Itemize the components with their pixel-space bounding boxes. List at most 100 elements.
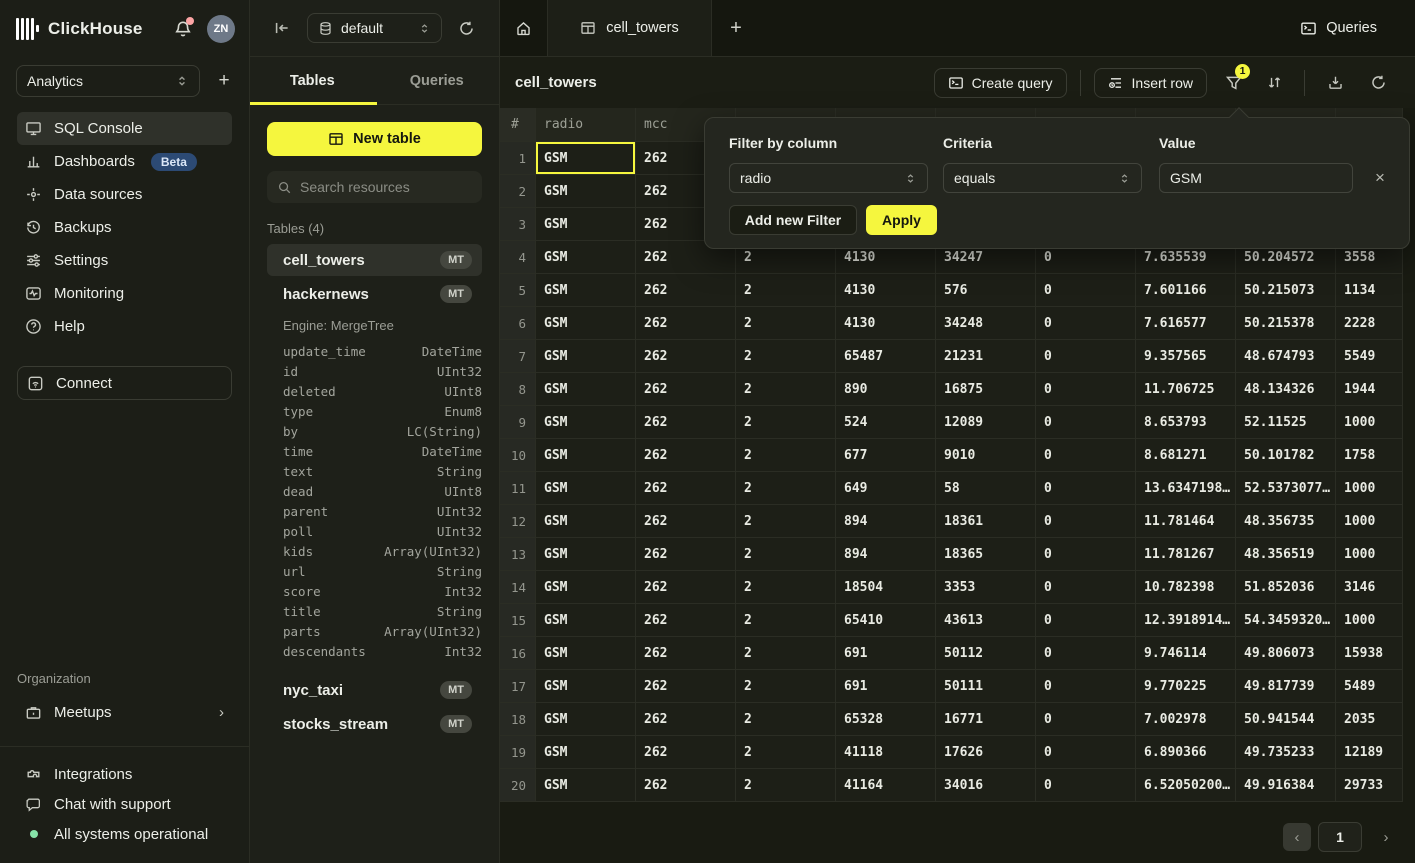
grid-cell[interactable]: 262 (636, 505, 736, 538)
grid-cell[interactable]: 262 (636, 472, 736, 505)
collapse-panel-icon[interactable] (273, 19, 291, 37)
grid-cell[interactable]: 58 (936, 472, 1036, 505)
grid-cell[interactable]: 1000 (1336, 604, 1403, 637)
grid-cell[interactable]: 2228 (1336, 307, 1403, 340)
grid-cell[interactable]: GSM (536, 307, 636, 340)
refresh-data-button[interactable] (1361, 68, 1395, 98)
grid-cell[interactable]: GSM (536, 670, 636, 703)
grid-cell[interactable]: GSM (536, 274, 636, 307)
grid-cell[interactable]: 890 (836, 373, 936, 406)
grid-cell[interactable]: 1758 (1336, 439, 1403, 472)
grid-cell[interactable]: 34016 (936, 769, 1036, 802)
new-tab-button[interactable]: + (712, 0, 760, 56)
grid-cell[interactable]: GSM (536, 373, 636, 406)
filter-criteria-select[interactable]: equals (943, 163, 1142, 193)
grid-cell[interactable]: 48.134326 (1236, 373, 1336, 406)
grid-cell[interactable]: 65487 (836, 340, 936, 373)
grid-cell[interactable]: 29733 (1336, 769, 1403, 802)
grid-cell[interactable]: 1000 (1336, 472, 1403, 505)
grid-cell[interactable]: 50.215073 (1236, 274, 1336, 307)
grid-cell[interactable]: 2 (736, 439, 836, 472)
grid-cell[interactable]: 16771 (936, 703, 1036, 736)
database-selector[interactable]: default (307, 13, 442, 43)
sidebar-item-chat-support[interactable]: Chat with support (17, 789, 232, 819)
grid-cell[interactable]: 576 (936, 274, 1036, 307)
grid-cell[interactable]: 894 (836, 505, 936, 538)
grid-cell[interactable]: 49.916384 (1236, 769, 1336, 802)
grid-cell[interactable]: 0 (1036, 472, 1136, 505)
grid-cell[interactable]: 1000 (1336, 406, 1403, 439)
grid-cell[interactable]: 51.852036 (1236, 571, 1336, 604)
grid-cell[interactable]: 2 (736, 274, 836, 307)
grid-cell[interactable]: 2 (736, 736, 836, 769)
grid-cell[interactable]: 11.781267 (1136, 538, 1236, 571)
sort-button[interactable] (1257, 68, 1291, 98)
grid-cell[interactable]: 0 (1036, 538, 1136, 571)
grid-cell[interactable]: 262 (636, 736, 736, 769)
refresh-tables-icon[interactable] (458, 20, 475, 37)
grid-cell[interactable]: 691 (836, 637, 936, 670)
grid-cell[interactable]: 262 (636, 538, 736, 571)
grid-cell[interactable]: 0 (1036, 373, 1136, 406)
workspace-selector[interactable]: Analytics (16, 65, 200, 97)
grid-cell[interactable]: 7.616577 (1136, 307, 1236, 340)
grid-cell[interactable]: 894 (836, 538, 936, 571)
grid-cell[interactable]: 48.674793 (1236, 340, 1336, 373)
grid-cell[interactable]: 262 (636, 637, 736, 670)
grid-cell[interactable]: 2 (736, 538, 836, 571)
grid-cell[interactable]: 1000 (1336, 505, 1403, 538)
grid-cell[interactable]: 0 (1036, 439, 1136, 472)
add-filter-button[interactable]: Add new Filter (729, 205, 857, 235)
next-page-button[interactable]: › (1372, 823, 1400, 851)
grid-cell[interactable]: 2 (736, 307, 836, 340)
grid-cell[interactable]: 3353 (936, 571, 1036, 604)
grid-cell[interactable]: 54.3459320… (1236, 604, 1336, 637)
grid-cell[interactable]: 0 (1036, 307, 1136, 340)
grid-cell[interactable]: GSM (536, 472, 636, 505)
grid-cell[interactable]: 12.3918914… (1136, 604, 1236, 637)
sidebar-item-monitoring[interactable]: Monitoring (17, 277, 232, 310)
sidebar-item-dashboards[interactable]: Dashboards Beta (17, 145, 232, 178)
grid-cell[interactable]: 49.817739 (1236, 670, 1336, 703)
grid-cell[interactable]: 2 (736, 637, 836, 670)
tab-tables[interactable]: Tables (250, 57, 375, 104)
grid-cell[interactable]: 0 (1036, 637, 1136, 670)
grid-header-radio[interactable]: radio (536, 108, 636, 142)
grid-cell[interactable]: 0 (1036, 736, 1136, 769)
grid-cell[interactable]: 18504 (836, 571, 936, 604)
grid-cell[interactable]: 677 (836, 439, 936, 472)
filter-button[interactable]: 1 (1217, 68, 1251, 98)
grid-cell[interactable]: 65410 (836, 604, 936, 637)
sidebar-item-meetups[interactable]: Meetups › (17, 696, 232, 729)
grid-cell[interactable]: GSM (536, 736, 636, 769)
grid-cell[interactable]: 17626 (936, 736, 1036, 769)
search-input[interactable] (300, 179, 472, 195)
grid-cell[interactable]: 524 (836, 406, 936, 439)
grid-cell[interactable]: 12089 (936, 406, 1036, 439)
grid-cell[interactable]: 2 (736, 604, 836, 637)
sidebar-item-system-status[interactable]: All systems operational (17, 819, 232, 849)
grid-cell[interactable]: 52.5373077… (1236, 472, 1336, 505)
grid-cell[interactable]: 8.681271 (1136, 439, 1236, 472)
grid-cell[interactable]: 0 (1036, 274, 1136, 307)
grid-cell[interactable]: 11.706725 (1136, 373, 1236, 406)
grid-cell[interactable]: 262 (636, 571, 736, 604)
grid-cell[interactable]: 2 (736, 340, 836, 373)
grid-cell[interactable]: 2 (736, 406, 836, 439)
insert-row-button[interactable]: Insert row (1094, 68, 1207, 98)
grid-cell[interactable]: 48.356519 (1236, 538, 1336, 571)
grid-cell[interactable]: 49.806073 (1236, 637, 1336, 670)
grid-cell[interactable]: 16875 (936, 373, 1036, 406)
grid-cell[interactable]: 49.735233 (1236, 736, 1336, 769)
grid-cell[interactable]: 50111 (936, 670, 1036, 703)
grid-cell[interactable]: 9.746114 (1136, 637, 1236, 670)
grid-cell[interactable]: 262 (636, 274, 736, 307)
table-item-stocks-stream[interactable]: stocks_stream MT (267, 708, 482, 740)
grid-cell[interactable]: 262 (636, 373, 736, 406)
grid-cell[interactable]: GSM (536, 208, 636, 241)
grid-cell[interactable]: 12189 (1336, 736, 1403, 769)
grid-cell[interactable]: 262 (636, 703, 736, 736)
tab-cell-towers[interactable]: cell_towers (548, 0, 712, 56)
grid-cell[interactable]: 9.357565 (1136, 340, 1236, 373)
grid-cell[interactable]: 262 (636, 439, 736, 472)
